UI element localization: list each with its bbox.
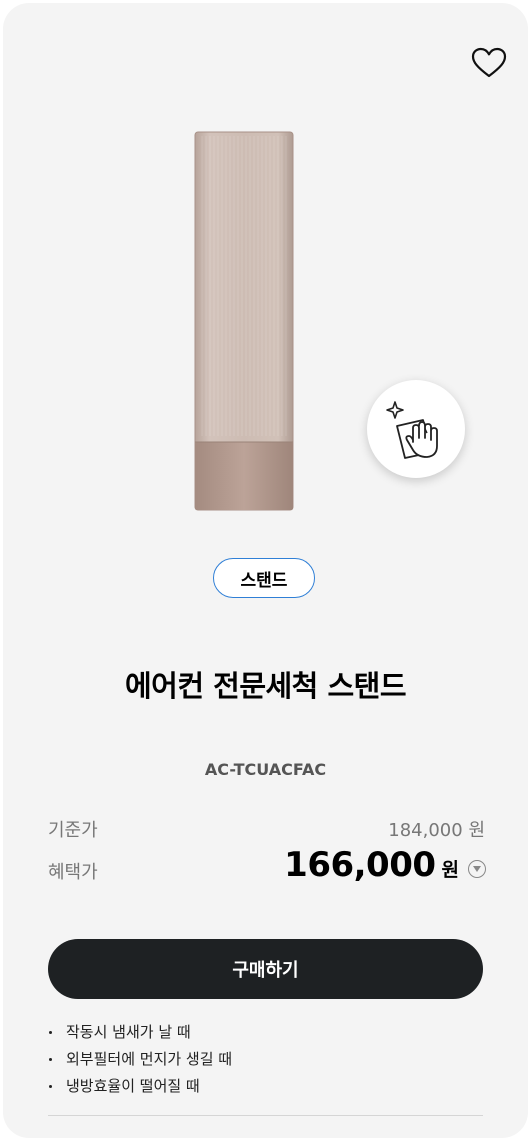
product-image (193, 130, 295, 512)
list-item: 외부필터에 먼지가 생길 때 (48, 1046, 232, 1073)
divider (48, 1115, 483, 1116)
sale-price-unit: 원 (441, 859, 459, 881)
category-tag[interactable]: 스탠드 (213, 558, 315, 598)
product-title: 에어컨 전문세척 스탠드 (125, 669, 407, 703)
base-price: 184,000 원 (388, 820, 485, 841)
base-price-label: 기준가 (48, 820, 98, 841)
buy-button[interactable]: 구매하기 (48, 939, 483, 999)
sale-price: 166,000 (284, 845, 436, 885)
chevron-down-circle-icon[interactable] (468, 860, 486, 878)
feature-list: 작동시 냄새가 날 때 외부필터에 먼지가 생길 때 냉방효율이 떨어질 때 (48, 1019, 232, 1100)
sale-price-group: 166,000 원 (284, 845, 486, 885)
product-card[interactable]: 스탠드 에어컨 전문세척 스탠드 AC-TCUACFAC 기준가 184,000… (3, 3, 528, 1138)
heart-icon[interactable] (471, 47, 507, 79)
cleaning-hand-icon (367, 380, 465, 478)
list-item: 냉방효율이 떨어질 때 (48, 1073, 232, 1100)
model-number: AC-TCUACFAC (204, 760, 327, 779)
sale-price-label: 혜택가 (48, 862, 98, 883)
list-item: 작동시 냄새가 날 때 (48, 1019, 232, 1046)
